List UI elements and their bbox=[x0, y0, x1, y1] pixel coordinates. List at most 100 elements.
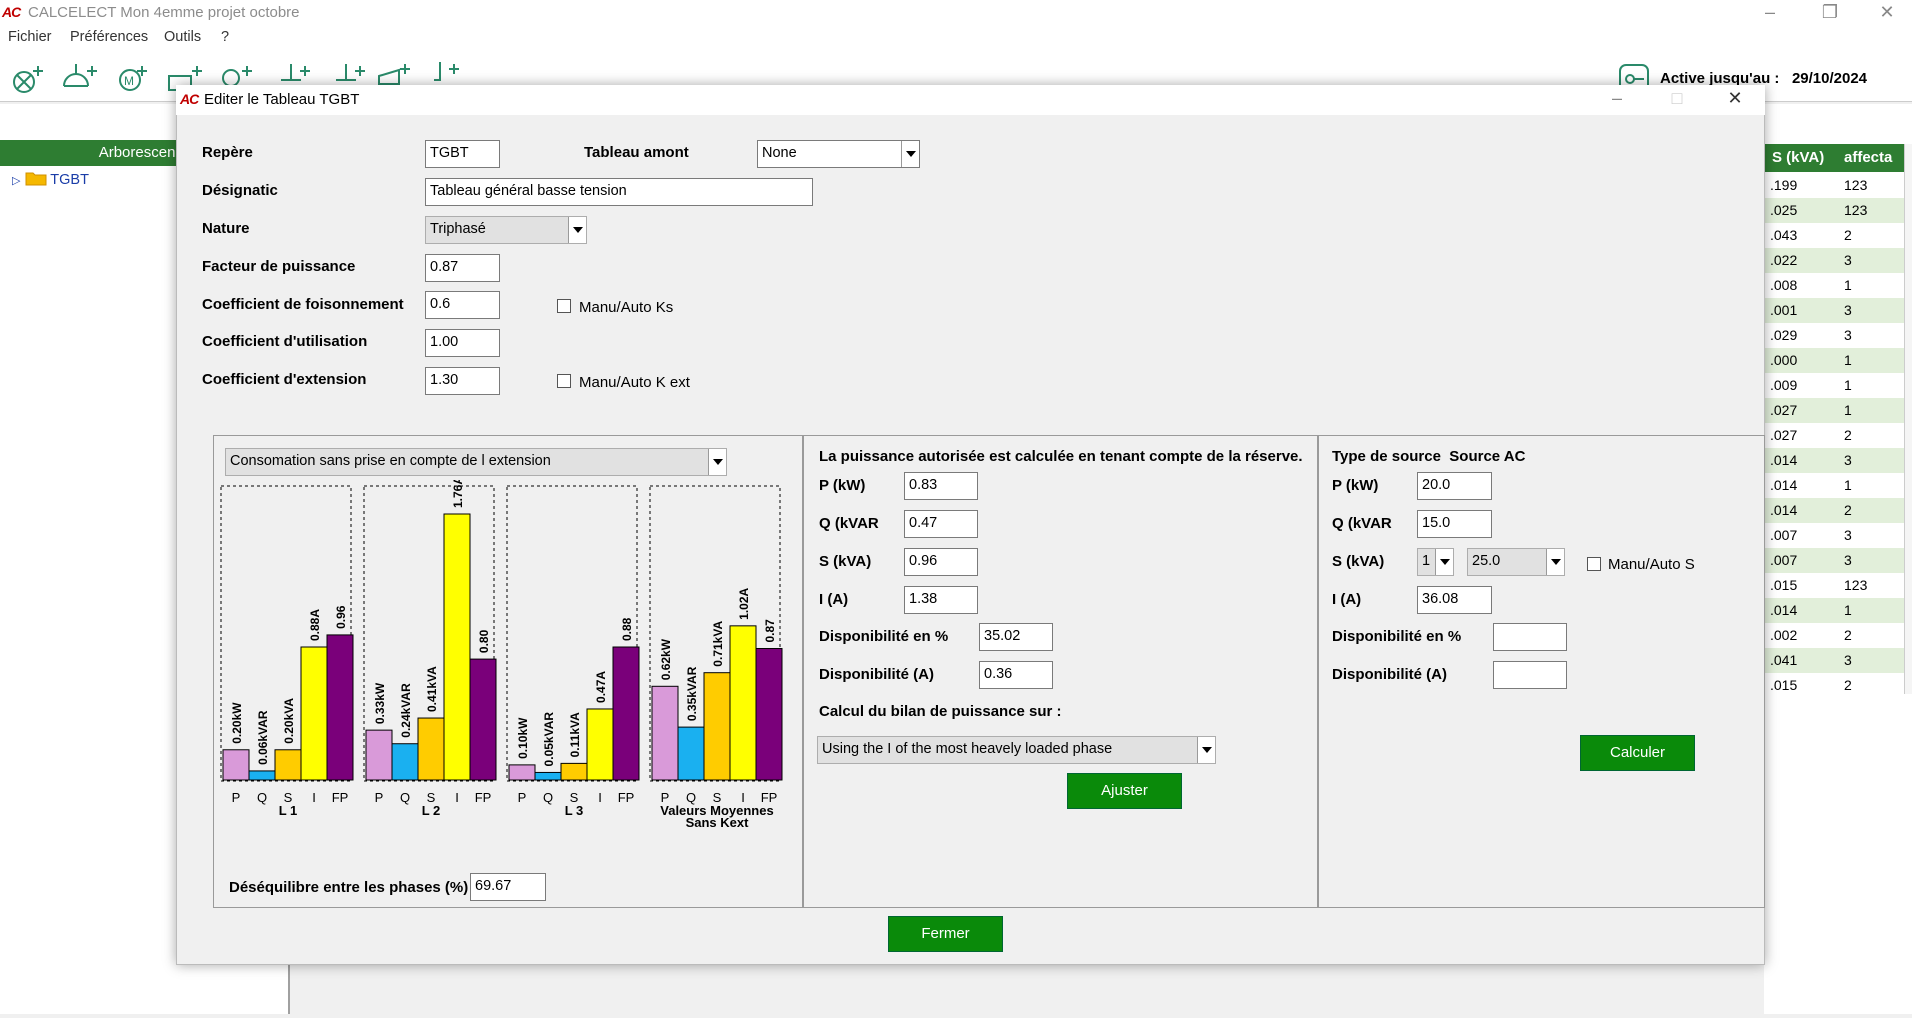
dialog-close-button[interactable]: ✕ bbox=[1710, 86, 1760, 112]
nature-select[interactable]: Triphasé bbox=[425, 216, 587, 244]
table-row[interactable]: .025 123 bbox=[1764, 198, 1904, 223]
bar-s bbox=[560, 762, 588, 781]
manu-kext-label: Manu/Auto K ext bbox=[579, 374, 690, 391]
source-s-label: S (kVA) bbox=[1332, 553, 1385, 570]
source-dispo-a-input[interactable] bbox=[1493, 661, 1567, 689]
manu-ks-checkbox[interactable] bbox=[557, 299, 571, 313]
p-input[interactable]: 0.83 bbox=[904, 472, 978, 500]
table-cell-affectation: 2 bbox=[1844, 227, 1852, 243]
close-app-button[interactable]: ✕ bbox=[1862, 0, 1912, 26]
table-cell-s: .014 bbox=[1770, 452, 1798, 468]
bar-i bbox=[586, 708, 614, 781]
restore-button[interactable]: ❐ bbox=[1805, 0, 1855, 26]
table-cell-s: .008 bbox=[1770, 277, 1798, 293]
manu-kext-checkbox[interactable] bbox=[557, 374, 571, 388]
nature-label: Nature bbox=[202, 220, 250, 237]
bar-s bbox=[703, 672, 731, 781]
fp-input[interactable]: 0.87 bbox=[425, 254, 500, 282]
source-dispo-pct-input[interactable] bbox=[1493, 623, 1567, 651]
source-p-input[interactable]: 20.0 bbox=[1417, 472, 1492, 500]
table-row[interactable]: .014 2 bbox=[1764, 498, 1904, 523]
table-scrollbar[interactable] bbox=[1904, 144, 1912, 694]
i-input[interactable]: 1.38 bbox=[904, 586, 978, 614]
utilisation-label: Coefficient d'utilisation bbox=[202, 333, 368, 350]
manu-s-checkbox[interactable] bbox=[1587, 557, 1601, 571]
dialog-minimize-button[interactable]: – bbox=[1592, 86, 1642, 112]
source-s-select[interactable]: 25.0 bbox=[1467, 548, 1565, 576]
utilisation-input[interactable]: 1.00 bbox=[425, 329, 500, 357]
amont-select[interactable]: None bbox=[757, 140, 920, 168]
bilan-select-value: Using the I of the most heavely loaded p… bbox=[822, 741, 1113, 757]
table-row[interactable]: .014 1 bbox=[1764, 473, 1904, 498]
chevron-down-icon bbox=[901, 141, 919, 167]
extension-input[interactable]: 1.30 bbox=[425, 367, 500, 395]
table-row[interactable]: .001 3 bbox=[1764, 298, 1904, 323]
table-row[interactable]: .009 1 bbox=[1764, 373, 1904, 398]
outlet-tool-icon[interactable] bbox=[60, 58, 100, 98]
source-s-count-select[interactable]: 1 bbox=[1417, 548, 1454, 576]
table-row[interactable]: .000 1 bbox=[1764, 348, 1904, 373]
table-row[interactable]: .002 2 bbox=[1764, 623, 1904, 648]
table-row[interactable]: .015 2 bbox=[1764, 673, 1904, 698]
conso-select[interactable]: Consomation sans prise en compte de l ex… bbox=[225, 448, 727, 476]
category-tick-label: P bbox=[232, 790, 241, 805]
table-row[interactable]: .007 3 bbox=[1764, 548, 1904, 573]
motor-tool-icon[interactable]: M bbox=[110, 58, 150, 98]
source-i-input[interactable]: 36.08 bbox=[1417, 586, 1492, 614]
app-logo: AC bbox=[2, 4, 21, 20]
table-row[interactable]: .199 123 bbox=[1764, 173, 1904, 198]
table-row[interactable]: .027 2 bbox=[1764, 423, 1904, 448]
table-cell-affectation: 3 bbox=[1844, 652, 1852, 668]
dispo-a-input[interactable]: 0.36 bbox=[979, 661, 1053, 689]
table-row[interactable]: .022 3 bbox=[1764, 248, 1904, 273]
foisonnement-input[interactable]: 0.6 bbox=[425, 291, 500, 319]
dispo-pct-input[interactable]: 35.02 bbox=[979, 623, 1053, 651]
source-q-input[interactable]: 15.0 bbox=[1417, 510, 1492, 538]
table-row[interactable]: .015 123 bbox=[1764, 573, 1904, 598]
expand-icon[interactable]: ▷ bbox=[12, 175, 20, 187]
calculer-button[interactable]: Calculer bbox=[1580, 735, 1695, 771]
source-s-value: 25.0 bbox=[1472, 553, 1501, 569]
table-header: S (kVA) affecta bbox=[1764, 144, 1904, 172]
lamp-tool-icon[interactable] bbox=[10, 58, 50, 98]
table-cell-affectation: 2 bbox=[1844, 502, 1852, 518]
ajuster-button[interactable]: Ajuster bbox=[1067, 773, 1182, 809]
desequilibre-input[interactable]: 69.67 bbox=[470, 873, 546, 901]
col-s-kva[interactable]: S (kVA) bbox=[1772, 149, 1824, 166]
fermer-button[interactable]: Fermer bbox=[888, 916, 1003, 952]
table-row[interactable]: .008 1 bbox=[1764, 273, 1904, 298]
q-input[interactable]: 0.47 bbox=[904, 510, 978, 538]
s-label: S (kVA) bbox=[819, 553, 872, 570]
i-label: I (A) bbox=[819, 591, 849, 608]
table-cell-affectation: 2 bbox=[1844, 627, 1852, 643]
menu-outils[interactable]: Outils bbox=[164, 29, 201, 45]
tree-node-tgbt[interactable]: ▷ TGBT bbox=[12, 170, 89, 188]
bar-value-label: 0.62kW bbox=[659, 638, 673, 680]
manu-ks-label: Manu/Auto Ks bbox=[579, 299, 674, 316]
table-row[interactable]: .041 3 bbox=[1764, 648, 1904, 673]
chevron-down-icon bbox=[1197, 737, 1215, 763]
repere-input[interactable]: TGBT bbox=[425, 140, 500, 168]
table-row[interactable]: .027 1 bbox=[1764, 398, 1904, 423]
chevron-down-icon bbox=[1546, 549, 1564, 575]
menu-preferences[interactable]: Préférences bbox=[70, 29, 148, 45]
col-affectation[interactable]: affecta bbox=[1844, 149, 1892, 166]
bilan-select[interactable]: Using the I of the most heavely loaded p… bbox=[817, 736, 1216, 764]
table-row[interactable]: .014 1 bbox=[1764, 598, 1904, 623]
bar-fp bbox=[612, 646, 640, 781]
s-input[interactable]: 0.96 bbox=[904, 548, 978, 576]
table-cell-affectation: 123 bbox=[1844, 577, 1868, 593]
table-cell-affectation: 123 bbox=[1844, 202, 1868, 218]
bar-value-label: 1.02A bbox=[737, 587, 751, 619]
table-row[interactable]: .007 3 bbox=[1764, 523, 1904, 548]
table-row[interactable]: .029 3 bbox=[1764, 323, 1904, 348]
menu-fichier[interactable]: Fichier bbox=[8, 29, 52, 45]
dialog-title: Editer le Tableau TGBT bbox=[204, 91, 360, 108]
dispo-a-label: Disponibilité (A) bbox=[819, 666, 934, 683]
amont-label: Tableau amont bbox=[584, 144, 689, 161]
menu-help[interactable]: ? bbox=[221, 29, 229, 45]
designation-input[interactable]: Tableau général basse tension bbox=[425, 178, 813, 206]
table-row[interactable]: .043 2 bbox=[1764, 223, 1904, 248]
minimize-button[interactable]: – bbox=[1745, 0, 1795, 26]
table-row[interactable]: .014 3 bbox=[1764, 448, 1904, 473]
